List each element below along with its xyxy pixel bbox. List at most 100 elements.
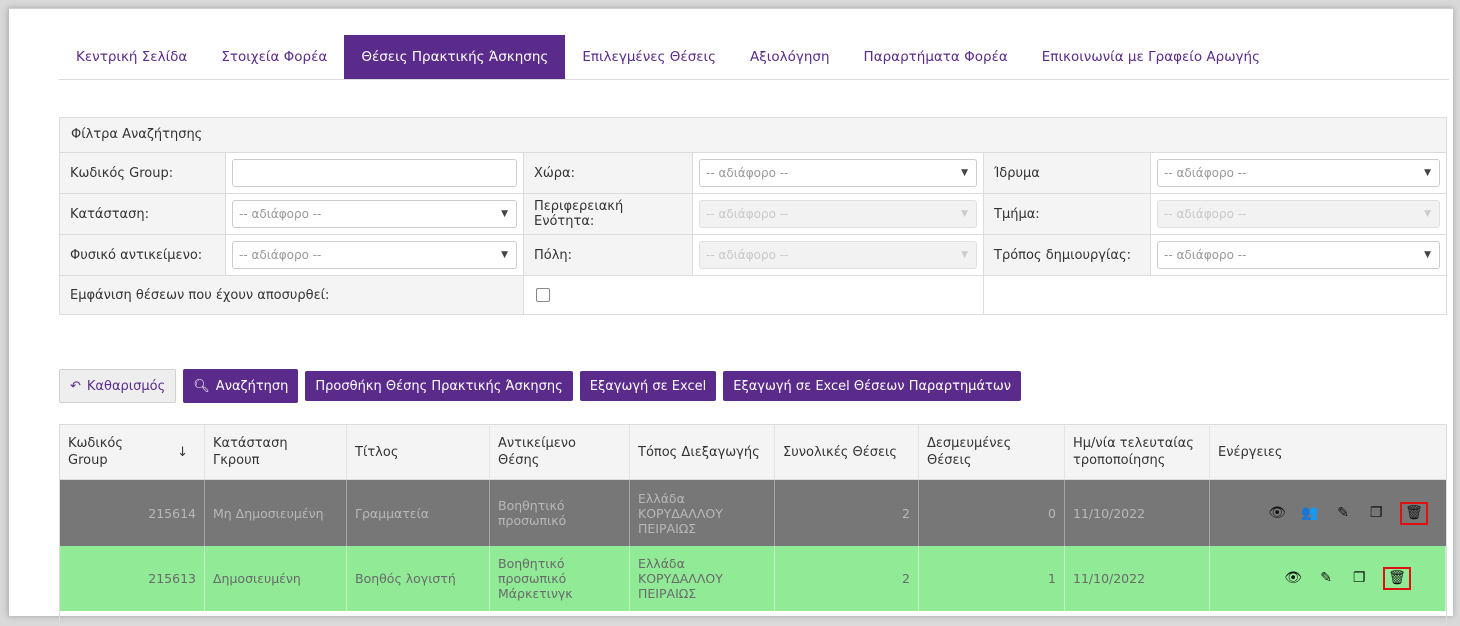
tab-helpdesk-contact[interactable]: Επικοινωνία με Γραφείο Αρωγής xyxy=(1025,35,1277,79)
cell-modified: 11/10/2022 xyxy=(1065,480,1210,546)
copy-icon[interactable]: ❐ xyxy=(1350,571,1368,586)
department-select[interactable]: -- αδιάφορο -- ▼ xyxy=(1157,200,1440,228)
col-actions: Ενέργειες xyxy=(1218,444,1283,460)
search-button[interactable]: 🔍︎ Αναζήτηση xyxy=(183,369,299,403)
reset-icon: ↶ xyxy=(70,378,81,394)
region-select-value: -- αδιάφορο -- xyxy=(706,207,789,221)
institution-cell: -- αδιάφορο -- ▼ xyxy=(1151,153,1446,193)
institution-select-value: -- αδιάφορο -- xyxy=(1164,166,1247,180)
cell-status: Μη Δημοσιευμένη xyxy=(205,480,347,546)
city-select[interactable]: -- αδιάφορο -- ▼ xyxy=(699,241,977,269)
tab-home[interactable]: Κεντρική Σελίδα xyxy=(59,35,204,79)
city-label: Πόλη: xyxy=(524,235,693,275)
cell-object: Βοηθητικό προσωπικό Μάρκετινγκ xyxy=(490,546,630,611)
cell-actions: 👁 👥 ✎ ❐ 🗑 xyxy=(1210,480,1446,546)
cell-code: 215613 xyxy=(60,546,205,611)
cell-total: 2 xyxy=(775,480,919,546)
status-select-value: -- αδιάφορο -- xyxy=(239,207,322,221)
filter-row: Εμφάνιση θέσεων που έχουν αποσυρθεί: xyxy=(60,276,1446,314)
edit-icon[interactable]: ✎ xyxy=(1317,571,1335,586)
cell-status: Δημοσιευμένη xyxy=(205,546,347,611)
region-cell: -- αδιάφορο -- ▼ xyxy=(693,194,984,234)
country-select[interactable]: -- αδιάφορο -- ▼ xyxy=(699,159,977,187)
add-position-button[interactable]: Προσθήκη Θέσης Πρακτικής Άσκησης xyxy=(305,371,573,401)
cell-object: Βοηθητικό προσωπικό xyxy=(490,480,630,546)
col-location[interactable]: Τόπος Διεξαγωγής xyxy=(630,425,775,479)
creation-method-select[interactable]: -- αδιάφορο -- ▼ xyxy=(1157,241,1440,269)
caret-down-icon: ▼ xyxy=(501,250,508,260)
delete-icon[interactable]: 🗑 xyxy=(1400,501,1428,525)
object-cell: -- αδιάφορο -- ▼ xyxy=(226,235,524,275)
col-code[interactable]: Κωδικός Group ↓ xyxy=(60,425,205,479)
positions-table: Κωδικός Group ↓ Κατάσταση Γκρουπ Τίτλος … xyxy=(59,424,1447,626)
tab-evaluation[interactable]: Αξιολόγηση xyxy=(733,35,847,79)
cell-reserved: 1 xyxy=(919,546,1065,611)
edit-icon[interactable]: ✎ xyxy=(1334,505,1352,521)
status-cell: -- αδιάφορο -- ▼ xyxy=(226,194,524,234)
table-row: 215614 Μη Δημοσιευμένη Γραμματεία Βοηθητ… xyxy=(60,480,1446,546)
region-label: Περιφερειακή Ενότητα: xyxy=(524,194,693,234)
delete-icon[interactable]: 🗑 xyxy=(1383,567,1411,590)
view-icon[interactable]: 👁 xyxy=(1268,505,1286,521)
search-filters-panel: Φίλτρα Αναζήτησης Κωδικός Group: Χώρα: -… xyxy=(59,117,1447,315)
tab-selected-positions[interactable]: Επιλεγμένες Θέσεις xyxy=(565,35,733,79)
app-window: Κεντρική Σελίδα Στοιχεία Φορέα Θέσεις Πρ… xyxy=(8,8,1453,626)
caret-down-icon: ▼ xyxy=(1424,209,1431,219)
city-select-value: -- αδιάφορο -- xyxy=(706,248,789,262)
col-status[interactable]: Κατάσταση Γκρουπ xyxy=(205,425,347,479)
object-label: Φυσικό αντικείμενο: xyxy=(60,235,226,275)
cell-total: 2 xyxy=(775,546,919,611)
withdrawn-label: Εμφάνιση θέσεων που έχουν αποσυρθεί: xyxy=(60,276,524,314)
country-select-value: -- αδιάφορο -- xyxy=(706,166,789,180)
cell-modified: 11/10/2022 xyxy=(1065,546,1210,611)
filter-row: Κωδικός Group: Χώρα: -- αδιάφορο -- ▼ Ίδ… xyxy=(60,153,1446,194)
withdrawn-cell xyxy=(524,276,984,314)
sort-arrow-icon: ↓ xyxy=(177,444,188,460)
caret-down-icon: ▼ xyxy=(961,209,968,219)
users-icon[interactable]: 👥 xyxy=(1301,505,1319,521)
export-excel-button[interactable]: Εξαγωγή σε Excel xyxy=(579,371,717,401)
object-select[interactable]: -- αδιάφορο -- ▼ xyxy=(232,241,517,269)
cell-title: Γραμματεία xyxy=(347,480,490,546)
group-code-input[interactable] xyxy=(232,159,517,187)
action-buttons: ↶ Καθαρισμός 🔍︎ Αναζήτηση Προσθήκη Θέσης… xyxy=(59,369,1021,403)
country-label: Χώρα: xyxy=(524,153,693,193)
copy-icon[interactable]: ❐ xyxy=(1367,505,1385,521)
empty-cell xyxy=(984,276,1446,314)
department-cell: -- αδιάφορο -- ▼ xyxy=(1151,194,1446,234)
col-title[interactable]: Τίτλος xyxy=(347,425,490,479)
table-header: Κωδικός Group ↓ Κατάσταση Γκρουπ Τίτλος … xyxy=(60,425,1446,480)
tab-internship-positions[interactable]: Θέσεις Πρακτικής Άσκησης xyxy=(344,35,566,79)
col-total[interactable]: Συνολικές Θέσεις xyxy=(775,425,919,479)
cell-title: Βοηθός λογιστή xyxy=(347,546,490,611)
country-cell: -- αδιάφορο -- ▼ xyxy=(693,153,984,193)
table-row: 215613 Δημοσιευμένη Βοηθός λογιστή Βοηθη… xyxy=(60,546,1446,611)
col-object[interactable]: Αντικείμενο Θέσης xyxy=(490,425,630,479)
col-modified[interactable]: Ημ/νία τελευταίας τροποποίησης xyxy=(1065,425,1210,479)
tab-organization-info[interactable]: Στοιχεία Φορέα xyxy=(204,35,344,79)
creation-method-cell: -- αδιάφορο -- ▼ xyxy=(1151,235,1446,275)
export-annex-excel-button[interactable]: Εξαγωγή σε Excel Θέσεων Παραρτημάτων xyxy=(723,371,1021,401)
cell-reserved: 0 xyxy=(919,480,1065,546)
department-label: Τμήμα: xyxy=(984,194,1151,234)
object-select-value: -- αδιάφορο -- xyxy=(239,248,322,262)
caret-down-icon: ▼ xyxy=(1424,168,1431,178)
city-cell: -- αδιάφορο -- ▼ xyxy=(693,235,984,275)
cell-location: Ελλάδα ΚΟΡΥΔΑΛΛΟΥ ΠΕΙΡΑΙΩΣ xyxy=(630,546,775,611)
clear-button[interactable]: ↶ Καθαρισμός xyxy=(59,369,177,403)
status-select[interactable]: -- αδιάφορο -- ▼ xyxy=(232,200,517,228)
region-select[interactable]: -- αδιάφορο -- ▼ xyxy=(699,200,977,228)
creation-method-select-value: -- αδιάφορο -- xyxy=(1164,248,1247,262)
group-code-label: Κωδικός Group: xyxy=(60,153,226,193)
status-label: Κατάσταση: xyxy=(60,194,226,234)
filters-title: Φίλτρα Αναζήτησης xyxy=(60,118,1446,153)
search-button-label: Αναζήτηση xyxy=(215,378,289,394)
view-icon[interactable]: 👁 xyxy=(1284,571,1302,586)
withdrawn-checkbox[interactable] xyxy=(536,288,550,302)
tab-branches[interactable]: Παραρτήματα Φορέα xyxy=(847,35,1025,79)
cell-code: 215614 xyxy=(60,480,205,546)
col-reserved[interactable]: Δεσμευμένες Θέσεις xyxy=(919,425,1065,479)
institution-select[interactable]: -- αδιάφορο -- ▼ xyxy=(1157,159,1440,187)
caret-down-icon: ▼ xyxy=(501,209,508,219)
institution-label: Ίδρυμα xyxy=(984,153,1151,193)
